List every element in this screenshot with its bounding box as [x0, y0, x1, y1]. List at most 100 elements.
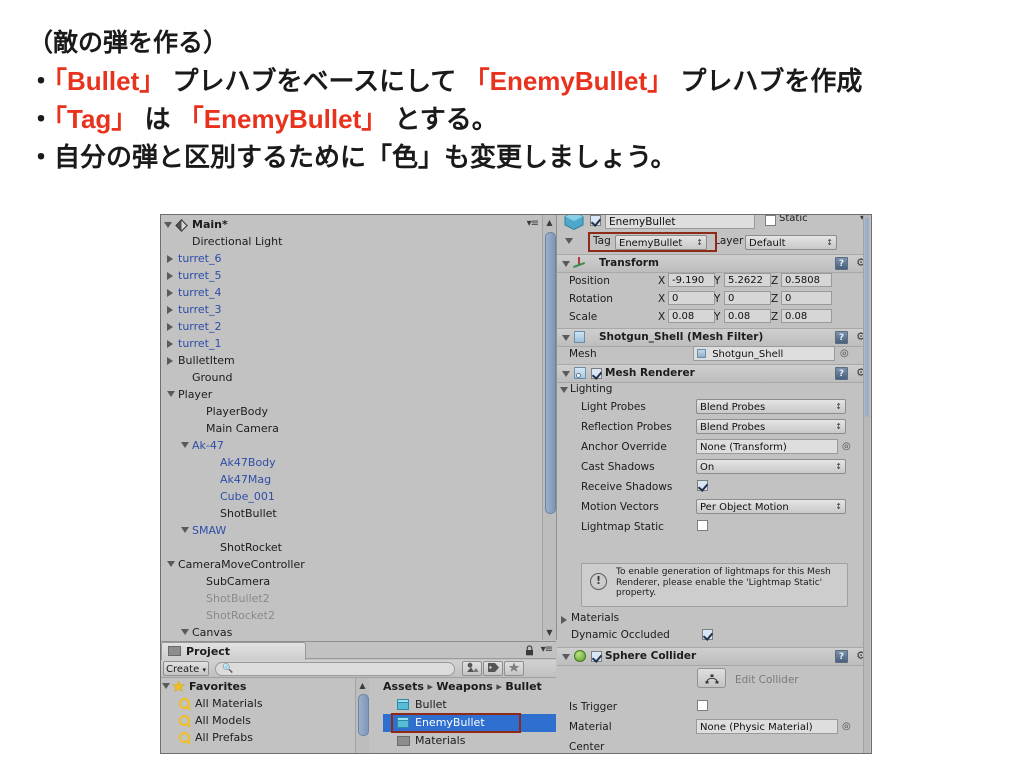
hierarchy-item-ground[interactable]: Ground: [161, 369, 556, 386]
hierarchy-scroll-thumb[interactable]: [545, 232, 556, 514]
renderer-motion-vectors-dropdown[interactable]: Per Object Motion ↕: [696, 499, 846, 514]
favorite-filter-icon[interactable]: [504, 661, 524, 676]
help-icon[interactable]: ?: [835, 331, 848, 344]
favorites-scrollbar[interactable]: ▲: [355, 678, 369, 753]
transform-rotation-y-field[interactable]: 0: [724, 291, 771, 305]
chevron-down-icon[interactable]: [562, 261, 570, 267]
asset-item-enemybullet[interactable]: EnemyBullet: [383, 714, 556, 732]
renderer-light-probes-dropdown[interactable]: Blend Probes ↕: [696, 399, 846, 414]
hierarchy-item-turret-4[interactable]: turret_4: [161, 284, 556, 301]
inspector-scroll-thumb[interactable]: [865, 217, 869, 417]
favorites-root[interactable]: Favorites: [161, 678, 369, 695]
static-checkbox[interactable]: [765, 215, 776, 226]
hierarchy-item-shotbullet[interactable]: ShotBullet: [161, 505, 556, 522]
transform-component-header[interactable]: Transform ? ⚙: [557, 254, 870, 273]
chevron-down-icon[interactable]: [164, 222, 172, 228]
object-active-checkbox[interactable]: [590, 215, 601, 226]
hierarchy-item-main-camera[interactable]: Main Camera: [161, 420, 556, 437]
hierarchy-item-turret-5[interactable]: turret_5: [161, 267, 556, 284]
chevron-down-icon[interactable]: [167, 391, 175, 397]
transform-position-z-field[interactable]: 0.5808: [781, 273, 832, 287]
object-picker-icon[interactable]: ◎: [842, 721, 851, 732]
help-icon[interactable]: ?: [835, 257, 848, 270]
transform-position-x-field[interactable]: -9.190: [668, 273, 715, 287]
hierarchy-item-directional-light[interactable]: Directional Light: [161, 233, 556, 250]
scroll-down-icon[interactable]: ▼: [543, 626, 556, 639]
hierarchy-item-bulletitem[interactable]: BulletItem: [161, 352, 556, 369]
hierarchy-item-cameramovecontroller[interactable]: CameraMoveController: [161, 556, 556, 573]
transform-scale-z-field[interactable]: 0.08: [781, 309, 832, 323]
materials-foldout[interactable]: Materials: [557, 611, 870, 627]
mesh-filter-component-header[interactable]: Shotgun_Shell (Mesh Filter) ? ⚙: [557, 328, 870, 347]
breadcrumb-item[interactable]: Assets: [383, 680, 424, 693]
hierarchy-item-turret-6[interactable]: turret_6: [161, 250, 556, 267]
hierarchy-item-cube-001[interactable]: Cube_001: [161, 488, 556, 505]
chevron-right-icon[interactable]: [167, 340, 173, 348]
hierarchy-item-ak47mag[interactable]: Ak47Mag: [161, 471, 556, 488]
scroll-up-icon[interactable]: ▲: [356, 679, 369, 692]
favorite-item-all-materials[interactable]: All Materials: [161, 695, 369, 712]
chevron-right-icon[interactable]: [167, 306, 173, 314]
layer-dropdown[interactable]: Default ↕: [745, 235, 837, 250]
tag-dropdown[interactable]: EnemyBullet ↕: [615, 235, 707, 250]
options-menu-icon[interactable]: ▾≡: [527, 218, 539, 229]
chevron-down-icon[interactable]: [565, 238, 573, 244]
chevron-down-icon[interactable]: [181, 527, 189, 533]
chevron-right-icon[interactable]: [167, 255, 173, 263]
chevron-down-icon[interactable]: [562, 371, 570, 377]
hierarchy-item-shotrocket2[interactable]: ShotRocket2: [161, 607, 556, 624]
hierarchy-item-turret-2[interactable]: turret_2: [161, 318, 556, 335]
help-icon[interactable]: ?: [835, 367, 848, 380]
chevron-down-icon[interactable]: [562, 654, 570, 660]
breadcrumb-item[interactable]: Weapons: [436, 680, 492, 693]
sphere-collider-enabled-checkbox[interactable]: [591, 651, 602, 662]
asset-item-materials[interactable]: Materials: [383, 732, 556, 750]
renderer-cast-shadows-dropdown[interactable]: On ↕: [696, 459, 846, 474]
chevron-down-icon[interactable]: [562, 335, 570, 341]
chevron-down-icon[interactable]: [162, 683, 170, 689]
chevron-right-icon[interactable]: [167, 289, 173, 297]
hierarchy-item-canvas[interactable]: Canvas: [161, 624, 556, 641]
mesh-renderer-component-header[interactable]: Mesh Renderer ? ⚙: [557, 364, 870, 383]
object-picker-icon[interactable]: ◎: [840, 348, 849, 359]
asset-item-bullet[interactable]: Bullet: [383, 696, 556, 714]
chevron-right-icon[interactable]: [561, 616, 567, 624]
object-name-field[interactable]: EnemyBullet: [605, 215, 755, 229]
renderer-receive-shadows-checkbox[interactable]: [697, 480, 708, 491]
transform-scale-y-field[interactable]: 0.08: [724, 309, 771, 323]
favorite-item-all-models[interactable]: All Models: [161, 712, 369, 729]
breadcrumb-item[interactable]: Bullet: [505, 680, 541, 693]
dynamic-occluded-checkbox[interactable]: [702, 629, 713, 640]
chevron-down-icon[interactable]: [181, 629, 189, 635]
sphere-collider-component-header[interactable]: Sphere Collider ? ⚙: [557, 647, 870, 666]
favorites-scroll-thumb[interactable]: [358, 694, 369, 736]
type-filter-icon[interactable]: [462, 661, 482, 676]
hierarchy-item-turret-1[interactable]: turret_1: [161, 335, 556, 352]
chevron-right-icon[interactable]: [167, 272, 173, 280]
hierarchy-scrollbar[interactable]: ▲ ▼: [542, 215, 556, 640]
object-picker-icon[interactable]: ◎: [842, 441, 851, 452]
hierarchy-item-subcamera[interactable]: SubCamera: [161, 573, 556, 590]
search-input[interactable]: 🔍: [215, 662, 455, 676]
create-button[interactable]: Create ▾: [163, 661, 209, 676]
label-filter-icon[interactable]: [483, 661, 503, 676]
hierarchy-item-shotbullet2[interactable]: ShotBullet2: [161, 590, 556, 607]
options-menu-icon[interactable]: ▾≡: [541, 644, 553, 655]
lighting-foldout[interactable]: Lighting: [557, 382, 870, 398]
chevron-right-icon[interactable]: [167, 323, 173, 331]
hierarchy-item-playerbody[interactable]: PlayerBody: [161, 403, 556, 420]
chevron-down-icon[interactable]: [181, 442, 189, 448]
hierarchy-item-ak47body[interactable]: Ak47Body: [161, 454, 556, 471]
transform-position-y-field[interactable]: 5.2622: [724, 273, 771, 287]
hierarchy-item-ak-47[interactable]: Ak-47: [161, 437, 556, 454]
collider-is-trigger-checkbox[interactable]: [697, 700, 708, 711]
hierarchy-item-smaw[interactable]: SMAW: [161, 522, 556, 539]
mesh-object-field[interactable]: Shotgun_Shell: [693, 346, 835, 361]
inspector-scrollbar[interactable]: [863, 215, 870, 753]
renderer-lightmap-static-checkbox[interactable]: [697, 520, 708, 531]
renderer-reflection-probes-dropdown[interactable]: Blend Probes ↕: [696, 419, 846, 434]
collider-material-field[interactable]: None (Physic Material): [696, 719, 838, 734]
transform-rotation-z-field[interactable]: 0: [781, 291, 832, 305]
lock-icon[interactable]: [525, 645, 534, 656]
project-tab[interactable]: Project: [161, 642, 306, 660]
